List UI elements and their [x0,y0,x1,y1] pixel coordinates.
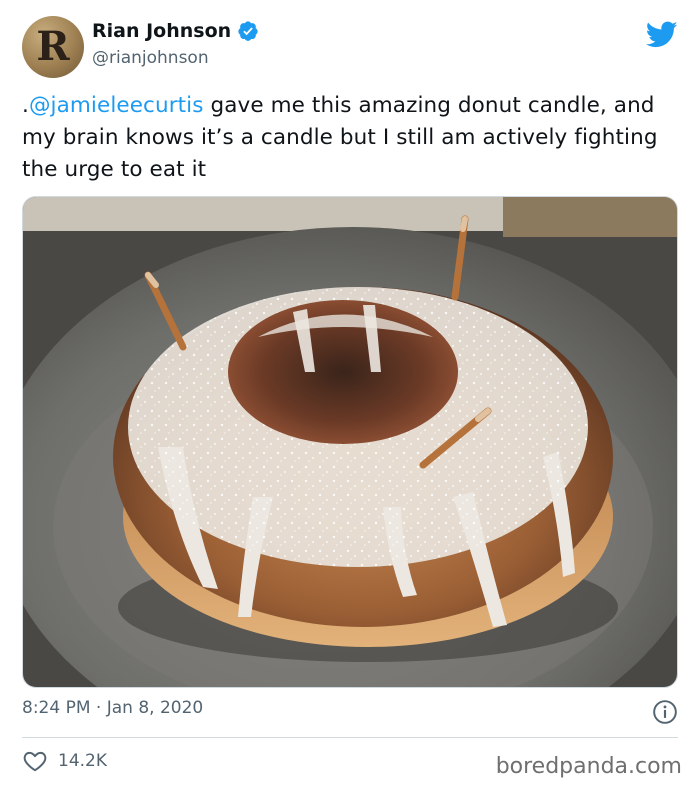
meta-separator: · [90,698,107,718]
info-icon[interactable] [652,699,678,725]
watermark: boredpanda.com [495,754,682,779]
author-name-row[interactable]: Rian Johnson [92,20,259,42]
mention-link[interactable]: @jamieleecurtis [29,93,204,118]
author-name[interactable]: Rian Johnson [92,20,231,42]
tweet-photo[interactable] [22,196,678,688]
author-avatar[interactable]: R [22,16,84,78]
like-action[interactable]: 14.2K [22,748,107,774]
author-handle[interactable]: @rianjohnson [92,48,209,68]
tweet-date: Jan 8, 2020 [106,698,204,718]
donut-candle-image [23,197,677,687]
divider [22,737,678,738]
tweet-timestamp[interactable]: 8:24 PM · Jan 8, 2020 [22,698,203,718]
twitter-bird-icon[interactable] [646,18,678,50]
tweet-text: .@jamieleecurtis gave me this amazing do… [22,90,682,186]
tweet-prefix: . [22,93,29,118]
avatar-letter: R [36,23,70,70]
like-count: 14.2K [58,751,107,771]
verified-badge-icon [238,21,258,41]
tweet-time: 8:24 PM [22,698,91,718]
heart-icon[interactable] [22,748,48,774]
